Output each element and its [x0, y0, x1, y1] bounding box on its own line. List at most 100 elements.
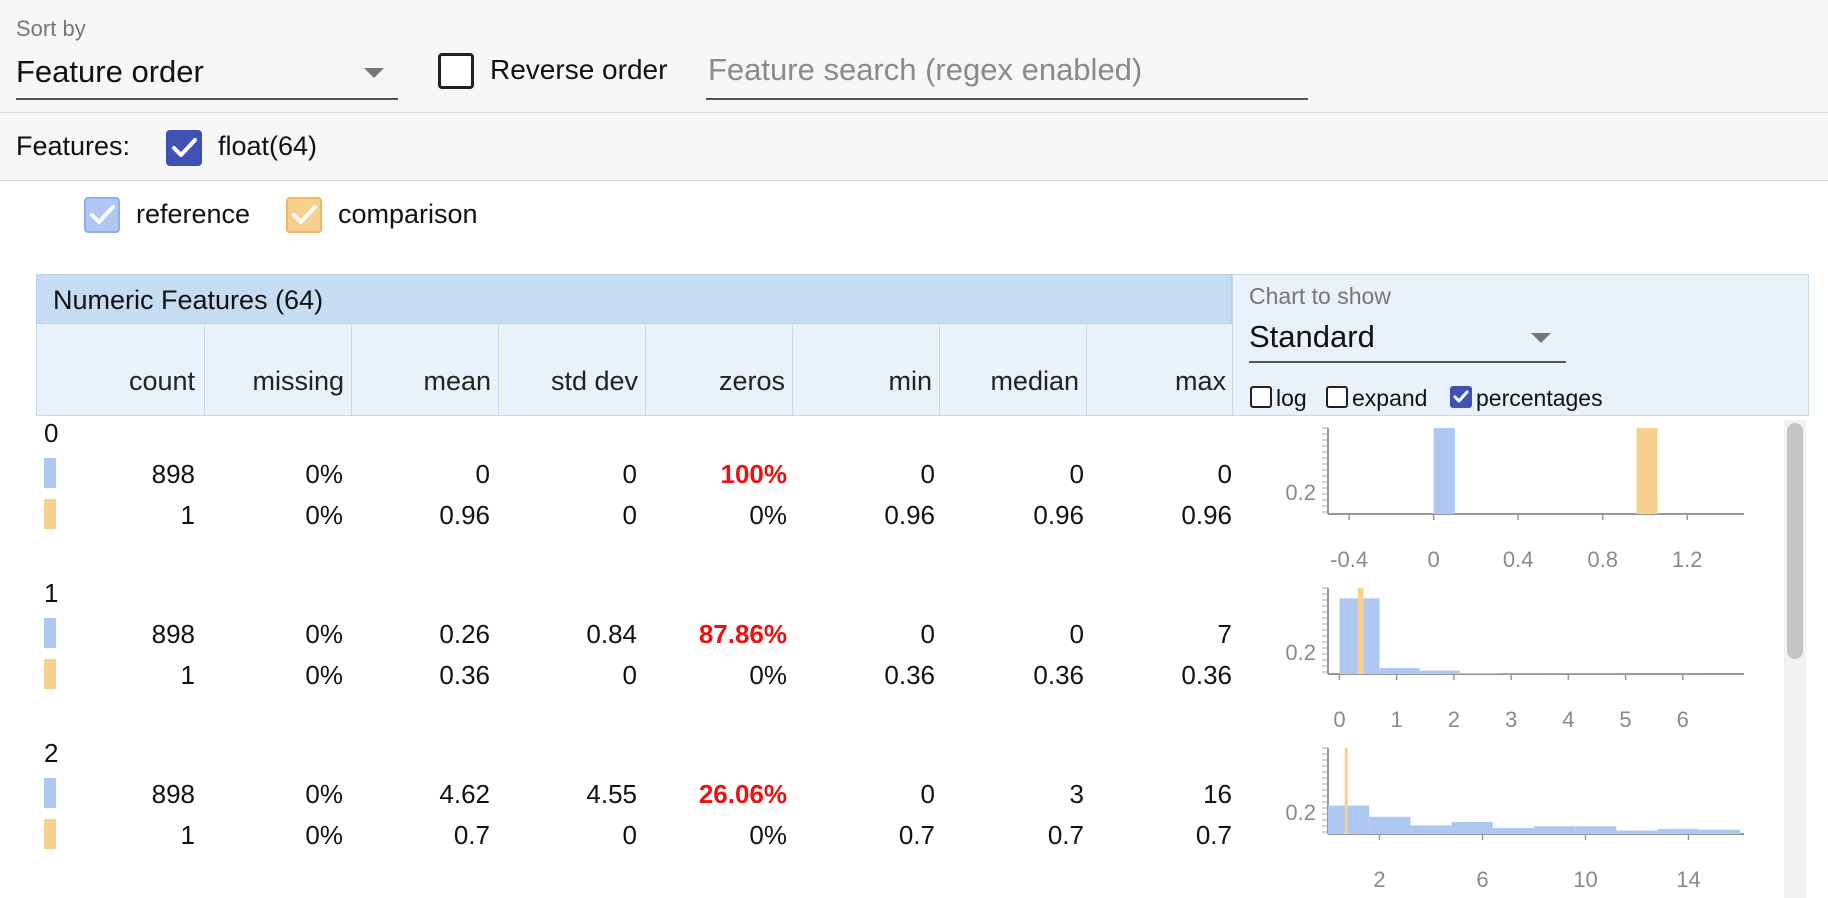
comparison-bar — [1636, 428, 1658, 514]
feature-search-input[interactable] — [708, 52, 1310, 88]
check-icon — [1453, 390, 1469, 403]
reference-bar — [1575, 826, 1617, 834]
table-cell: 0.7 — [453, 820, 490, 850]
float-type-checkbox[interactable] — [166, 130, 202, 166]
table-cell: 0.96 — [1181, 500, 1232, 530]
column-zeros: zeros — [718, 366, 785, 396]
table-title-bar: Numeric Features (64) — [36, 274, 1232, 324]
reference-bar — [1534, 826, 1576, 834]
table-cell: 0.96 — [1033, 500, 1084, 530]
table-cell: 0 — [1217, 459, 1232, 489]
chevron-down-icon — [1531, 333, 1551, 343]
table-cell: 0% — [305, 459, 343, 489]
zeros-highlight-cell: 87.86% — [698, 619, 787, 649]
reference-legend-label: reference — [136, 199, 251, 229]
table-cell: 0.96 — [439, 500, 490, 530]
table-cell: 0 — [475, 459, 490, 489]
table-cell: 3 — [1069, 779, 1084, 809]
x-tick-label: 0 — [1333, 707, 1345, 732]
x-tick-label: 10 — [1573, 867, 1597, 892]
table-cell: 0% — [749, 820, 787, 850]
table-cell: 0% — [305, 500, 343, 530]
comparison-bar — [1357, 588, 1364, 674]
table-column-headers: count missing mean std dev zeros min med… — [36, 324, 1232, 416]
y-tick-label: 0.2 — [1285, 640, 1316, 665]
table-cell: 0% — [305, 779, 343, 809]
table-cell: 0 — [622, 459, 637, 489]
table-cell: 0.7 — [898, 820, 935, 850]
table-cell: 0.7 — [1047, 820, 1084, 850]
reference-bar — [1410, 825, 1452, 834]
x-tick-label: 0.4 — [1503, 547, 1534, 572]
x-tick-label: 2 — [1373, 867, 1385, 892]
x-tick-label: 0 — [1428, 547, 1440, 572]
table-cell: 898 — [151, 779, 195, 809]
table-cell: 4.62 — [439, 779, 490, 809]
x-tick-label: 6 — [1677, 707, 1689, 732]
table-cell: 0 — [622, 500, 637, 530]
feature-name[interactable]: 0 — [44, 418, 58, 449]
table-cell: 1 — [180, 820, 195, 850]
expand-checkbox[interactable] — [1326, 386, 1348, 408]
table-cell: 0% — [749, 660, 787, 690]
feature-1-histogram[interactable]: 0.2 0 1 2 3 4 5 6 — [1250, 578, 1765, 738]
chart-to-show-dropdown[interactable]: Standard — [1249, 313, 1566, 363]
chart-controls-panel: Chart to show Standard log expand percen… — [1232, 274, 1809, 416]
feature-2-histogram[interactable]: 0.2 2 6 10 14 — [1250, 738, 1765, 898]
y-tick-label: 0.2 — [1285, 800, 1316, 825]
table-cell: 1 — [180, 660, 195, 690]
sort-by-dropdown[interactable]: Feature order — [16, 48, 398, 100]
log-checkbox[interactable] — [1250, 386, 1272, 408]
x-tick-label: 6 — [1476, 867, 1488, 892]
x-tick-label: -0.4 — [1330, 547, 1368, 572]
table-cell: 0 — [1069, 459, 1084, 489]
reference-bar — [1657, 828, 1699, 834]
table-cell: 0.26 — [439, 619, 490, 649]
feature-name[interactable]: 1 — [44, 578, 58, 609]
table-cell: 0 — [920, 459, 935, 489]
table-cell: 16 — [1203, 779, 1232, 809]
reference-bar — [1616, 830, 1658, 834]
percentages-checkbox[interactable] — [1450, 386, 1472, 408]
scrollbar-track[interactable] — [1784, 420, 1806, 898]
table-cell: 0.84 — [586, 619, 637, 649]
y-tick-label: 0.2 — [1285, 480, 1316, 505]
x-tick-label: 14 — [1676, 867, 1700, 892]
table-cell: 0 — [1069, 619, 1084, 649]
feature-search[interactable] — [706, 48, 1310, 100]
scrollbar-thumb[interactable] — [1787, 423, 1803, 659]
comparison-legend-checkbox[interactable] — [286, 197, 322, 233]
sort-by-label: Sort by — [16, 16, 86, 41]
check-icon — [292, 205, 317, 224]
reverse-order-checkbox[interactable] — [438, 53, 474, 89]
comparison-bar — [1344, 748, 1348, 834]
reference-bar — [1698, 829, 1740, 834]
reference-bar — [1419, 670, 1460, 674]
table-cell: 0 — [920, 619, 935, 649]
table-cell: 0 — [622, 660, 637, 690]
column-missing: missing — [252, 366, 344, 396]
reference-legend-checkbox[interactable] — [84, 197, 120, 233]
expand-label: expand — [1352, 385, 1428, 411]
table-cell: 0% — [305, 660, 343, 690]
feature-0-histogram[interactable]: 0.2 -0.4 0 0.4 0.8 1.2 — [1250, 418, 1765, 578]
table-cell: 0% — [749, 500, 787, 530]
float-type-label: float(64) — [218, 131, 318, 161]
reference-bar — [1328, 805, 1370, 834]
check-icon — [172, 138, 197, 157]
sort-by-value: Feature order — [16, 54, 204, 89]
chart-to-show-label: Chart to show — [1249, 283, 1391, 309]
x-tick-label: 0.8 — [1587, 547, 1618, 572]
reverse-order-label: Reverse order — [490, 54, 668, 85]
feature-name[interactable]: 2 — [44, 738, 58, 769]
table-title: Numeric Features (64) — [53, 285, 324, 315]
table-cell: 0.96 — [884, 500, 935, 530]
chart-to-show-value: Standard — [1249, 319, 1375, 354]
x-tick-label: 2 — [1448, 707, 1460, 732]
reference-bar — [1451, 821, 1493, 834]
column-median: median — [990, 366, 1079, 396]
x-tick-label: 1.2 — [1672, 547, 1703, 572]
table-cell: 0.36 — [1181, 660, 1232, 690]
percentages-label: percentages — [1476, 385, 1603, 411]
reference-bar — [1433, 428, 1455, 514]
